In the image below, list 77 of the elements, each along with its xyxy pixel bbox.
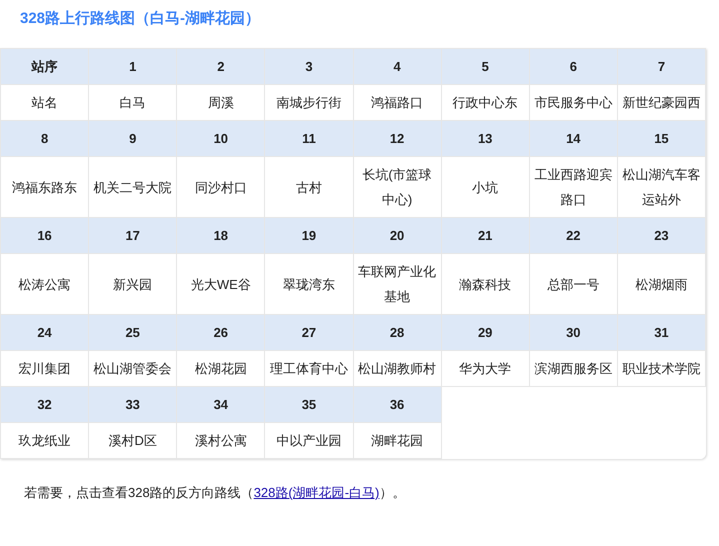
page-title: 328路上行路线图（白马-湖畔花园） bbox=[20, 9, 260, 29]
station-cell: 市民服务中心 bbox=[529, 84, 618, 120]
header-cell: 12 bbox=[353, 120, 442, 156]
station-cell: 华为大学 bbox=[441, 350, 530, 386]
header-cell: 21 bbox=[441, 218, 530, 254]
station-cell: 理工体育中心 bbox=[264, 350, 353, 386]
station-cell: 古村 bbox=[264, 156, 353, 218]
header-cell: 3 bbox=[264, 48, 353, 84]
header-cell: 站序 bbox=[0, 48, 89, 84]
header-cell: 10 bbox=[176, 120, 265, 156]
station-cell: 松山湖教师村 bbox=[353, 350, 442, 386]
station-cell: 新兴园 bbox=[88, 254, 177, 314]
station-cell: 小坑 bbox=[441, 156, 530, 218]
station-cell: 白马 bbox=[88, 84, 177, 120]
header-cell: 35 bbox=[264, 386, 353, 422]
header-cell: 17 bbox=[88, 218, 177, 254]
station-cell: 瀚森科技 bbox=[441, 254, 530, 314]
station-cell: 行政中心东 bbox=[441, 84, 530, 120]
station-cell: 翠珑湾东 bbox=[264, 254, 353, 314]
station-cell: 工业西路迎宾路口 bbox=[529, 156, 618, 218]
station-cell: 溪村公寓 bbox=[176, 422, 265, 458]
header-cell: 14 bbox=[529, 120, 618, 156]
header-cell: 32 bbox=[0, 386, 89, 422]
header-cell: 34 bbox=[176, 386, 265, 422]
header-cell: 22 bbox=[529, 218, 618, 254]
header-cell: 9 bbox=[88, 120, 177, 156]
station-cell: 车联网产业化基地 bbox=[353, 254, 442, 314]
header-cell: 28 bbox=[353, 314, 442, 350]
station-cell: 松湖烟雨 bbox=[617, 254, 706, 314]
header-cell: 31 bbox=[617, 314, 706, 350]
station-cell: 站名 bbox=[0, 84, 89, 120]
station-cell: 中以产业园 bbox=[264, 422, 353, 458]
station-cell: 松湖花园 bbox=[176, 350, 265, 386]
header-cell: 8 bbox=[0, 120, 89, 156]
station-cell: 溪村D区 bbox=[88, 422, 177, 458]
station-cell: 总部一号 bbox=[529, 254, 618, 314]
reverse-route-link[interactable]: 328路(湖畔花园-白马) bbox=[254, 485, 380, 500]
station-cell: 松山湖汽车客运站外 bbox=[617, 156, 706, 218]
header-cell: 16 bbox=[0, 218, 89, 254]
header-cell: 23 bbox=[617, 218, 706, 254]
station-cell: 松山湖管委会 bbox=[88, 350, 177, 386]
station-cell: 新世纪豪园西 bbox=[617, 84, 706, 120]
header-cell: 4 bbox=[353, 48, 442, 84]
header-cell: 24 bbox=[0, 314, 89, 350]
header-cell: 2 bbox=[176, 48, 265, 84]
header-cell: 1 bbox=[88, 48, 177, 84]
station-cell: 湖畔花园 bbox=[353, 422, 442, 458]
station-cell: 鸿福路口 bbox=[353, 84, 442, 120]
station-cell: 机关二号大院 bbox=[88, 156, 177, 218]
header-cell: 11 bbox=[264, 120, 353, 156]
header-cell: 33 bbox=[88, 386, 177, 422]
station-cell: 光大WE谷 bbox=[176, 254, 265, 314]
header-cell: 26 bbox=[176, 314, 265, 350]
header-cell: 18 bbox=[176, 218, 265, 254]
station-cell: 长坑(市篮球中心) bbox=[353, 156, 442, 218]
station-cell: 宏川集团 bbox=[0, 350, 89, 386]
station-cell: 同沙村口 bbox=[176, 156, 265, 218]
station-cell: 鸿福东路东 bbox=[0, 156, 89, 218]
header-cell: 29 bbox=[441, 314, 530, 350]
header-cell: 15 bbox=[617, 120, 706, 156]
header-cell: 30 bbox=[529, 314, 618, 350]
header-cell: 13 bbox=[441, 120, 530, 156]
station-cell: 周溪 bbox=[176, 84, 265, 120]
station-cell: 玖龙纸业 bbox=[0, 422, 89, 458]
station-cell: 职业技术学院 bbox=[617, 350, 706, 386]
station-cell: 南城步行街 bbox=[264, 84, 353, 120]
header-cell: 19 bbox=[264, 218, 353, 254]
station-cell: 松涛公寓 bbox=[0, 254, 89, 314]
header-cell: 6 bbox=[529, 48, 618, 84]
header-cell: 27 bbox=[264, 314, 353, 350]
header-cell: 36 bbox=[353, 386, 442, 422]
header-cell: 20 bbox=[353, 218, 442, 254]
header-cell: 5 bbox=[441, 48, 530, 84]
station-cell: 滨湖西服务区 bbox=[529, 350, 618, 386]
footer-note: 若需要，点击查看328路的反方向路线（328路(湖畔花园-白马)）。 bbox=[24, 484, 406, 502]
header-cell: 25 bbox=[88, 314, 177, 350]
header-cell: 7 bbox=[617, 48, 706, 84]
